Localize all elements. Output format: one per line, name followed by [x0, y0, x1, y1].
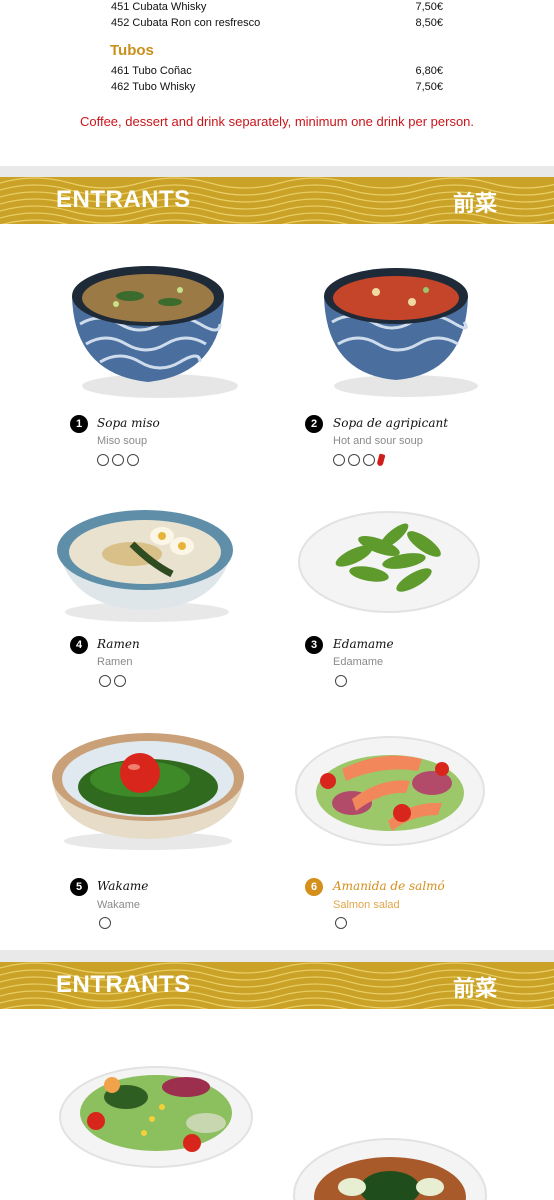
dish-number: 2: [305, 415, 323, 433]
allergen-icons: [99, 674, 129, 688]
gluten-icon: [99, 675, 111, 687]
shellfish-icon: [112, 454, 124, 466]
fish-icon: [363, 454, 375, 466]
section-kanji: 前菜: [452, 192, 497, 217]
dish-number: 3: [305, 636, 323, 654]
section-title: ENTRANTS: [56, 186, 191, 213]
egg-icon: [348, 454, 360, 466]
dish-subtitle: Miso soup: [97, 435, 148, 447]
dish-subtitle: Salmon salad: [333, 899, 400, 911]
dishes-card: 1 Sopa miso Miso soup 2 Sopa de agripica…: [0, 224, 554, 950]
dish-name: Sopa de agripicant: [333, 416, 449, 430]
edamame-image: [298, 511, 480, 613]
menu-note: Coffee, dessert and drink separately, mi…: [79, 114, 475, 129]
allergen-icons: [97, 453, 142, 467]
seaweed-salad-image: [59, 1066, 253, 1168]
allergen-icons: [335, 674, 350, 688]
fish-icon: [335, 675, 347, 687]
dish-name: Edamame: [333, 637, 394, 651]
dishes-card-2: [0, 1009, 554, 1200]
drink-item: 452 Cubata Ron con resfresco 8,50€: [111, 16, 443, 30]
drink-item: 461 Tubo Coñac 6,80€: [111, 64, 443, 78]
egg-icon: [114, 675, 126, 687]
dish-name: Ramen: [97, 637, 140, 651]
drink-name: 452 Cubata Ron con resfresco: [111, 17, 261, 29]
drink-item: 451 Cubata Whisky 7,50€: [111, 0, 443, 14]
hot-sour-soup-image: [324, 268, 478, 397]
dish-number: 1: [70, 415, 88, 433]
shellfish-icon: [335, 917, 347, 929]
drink-price: 7,50€: [415, 1, 443, 13]
drink-price: 7,50€: [415, 81, 443, 93]
fish-icon: [127, 454, 139, 466]
dish-subtitle: Edamame: [333, 656, 384, 668]
allergen-icons: [335, 916, 350, 930]
dish-name: Amanida de salmó: [333, 879, 445, 893]
wakame-image: [52, 733, 244, 850]
tubos-heading: Tubos: [110, 42, 154, 59]
dish-number: 4: [70, 636, 88, 654]
dish-number: 5: [70, 878, 88, 896]
dish-name: Wakame: [97, 879, 149, 893]
section-banner: ENTRANTS 前菜: [0, 177, 554, 224]
drink-price: 6,80€: [415, 65, 443, 77]
section-title: ENTRANTS: [56, 971, 191, 998]
drink-name: 451 Cubata Whisky: [111, 1, 207, 13]
dish-name: Sopa miso: [97, 416, 160, 430]
miso-soup-image: [72, 266, 238, 398]
allergen-icons: [333, 453, 387, 467]
section-banner: ENTRANTS 前菜: [0, 962, 554, 1009]
dish-subtitle: Ramen: [97, 656, 133, 668]
allergen-icons: [99, 916, 114, 930]
salmon-salad-image: [295, 736, 485, 846]
section-kanji: 前菜: [452, 977, 497, 1002]
drink-name: 462 Tubo Whisky: [111, 81, 196, 93]
drink-name: 461 Tubo Coñac: [111, 65, 192, 77]
soy-icon: [97, 454, 109, 466]
dish-subtitle: Hot and sour soup: [333, 435, 423, 447]
drink-item: 462 Tubo Whisky 7,50€: [111, 80, 443, 94]
drinks-card: 451 Cubata Whisky 7,50€ 452 Cubata Ron c…: [0, 0, 554, 166]
sunomono-image: [293, 1138, 487, 1200]
soy-icon: [333, 454, 345, 466]
ramen-image: [57, 510, 233, 622]
dish-number: 6: [305, 878, 323, 896]
dish-subtitle: Wakame: [97, 899, 140, 911]
fish-icon: [99, 917, 111, 929]
drink-price: 8,50€: [415, 17, 443, 29]
chili-icon: [376, 453, 386, 467]
